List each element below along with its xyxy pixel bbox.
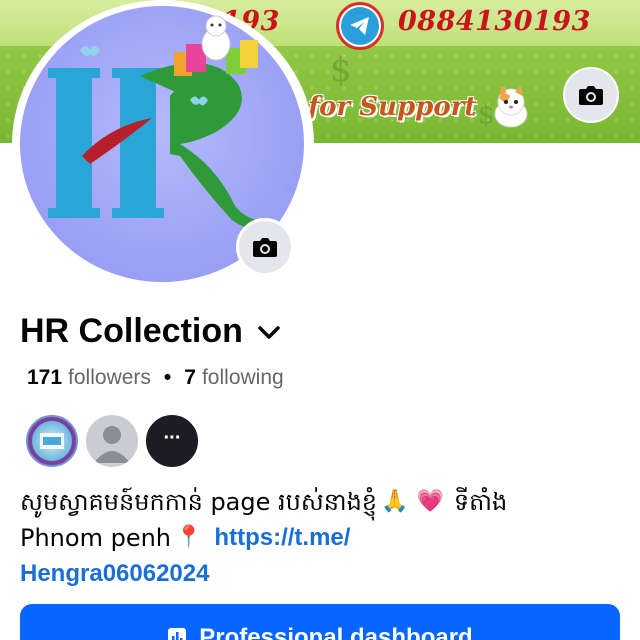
followers-label[interactable]: followers: [68, 366, 151, 390]
cat-sticker-icon: [494, 86, 528, 128]
cover-support-text: for Support: [308, 92, 477, 122]
bio-link-continued[interactable]: Hengra06062024: [20, 556, 209, 592]
person-icon: [94, 426, 130, 463]
chevron-down-icon[interactable]: [257, 325, 281, 341]
edit-avatar-button[interactable]: [236, 218, 294, 276]
profile-name-row[interactable]: HR Collection: [20, 312, 281, 351]
following-count[interactable]: 7: [184, 366, 196, 390]
shopping-bags-icon: [174, 15, 258, 76]
bio-khmer-text: សូមស្វាគមន៍មកកាន់ page របស់នាងខ្ញុំ: [20, 488, 378, 516]
follower-avatars[interactable]: ···: [24, 413, 204, 469]
cover-phone-right: 0884130193: [398, 6, 591, 37]
bio-link[interactable]: https://t.me/: [214, 520, 350, 556]
pray-icon: 🙏: [381, 489, 409, 514]
telegram-icon: [336, 2, 384, 50]
bio-location-label: ទីតាំង: [453, 488, 508, 516]
profile-stats: 171 followers • 7 following: [27, 366, 284, 390]
page-title: HR Collection: [20, 312, 243, 350]
followers-count[interactable]: 171: [27, 366, 62, 390]
more-icon: ···: [163, 426, 182, 449]
dollar-sign-decoration: $: [330, 50, 352, 90]
camera-icon: [579, 86, 603, 105]
follower-avatar-default[interactable]: [84, 413, 140, 469]
location-pin-icon: 📍: [175, 525, 203, 550]
dashboard-chart-icon: [168, 628, 187, 640]
more-followers-button[interactable]: ···: [144, 413, 200, 469]
heart-icon: 💗: [416, 489, 444, 514]
camera-icon: [253, 238, 277, 257]
stats-separator: •: [163, 366, 172, 389]
profile-bio: សូមស្វាគមន៍មកកាន់ page របស់នាងខ្ញុំ 🙏 💗 …: [20, 484, 620, 592]
edit-cover-button[interactable]: [563, 67, 619, 123]
professional-dashboard-label: Professional dashboard: [199, 624, 473, 640]
following-label[interactable]: following: [202, 366, 284, 390]
follower-avatar[interactable]: [24, 413, 80, 469]
professional-dashboard-button[interactable]: Professional dashboard: [20, 604, 620, 640]
bio-city: Phnom penh: [20, 524, 172, 552]
